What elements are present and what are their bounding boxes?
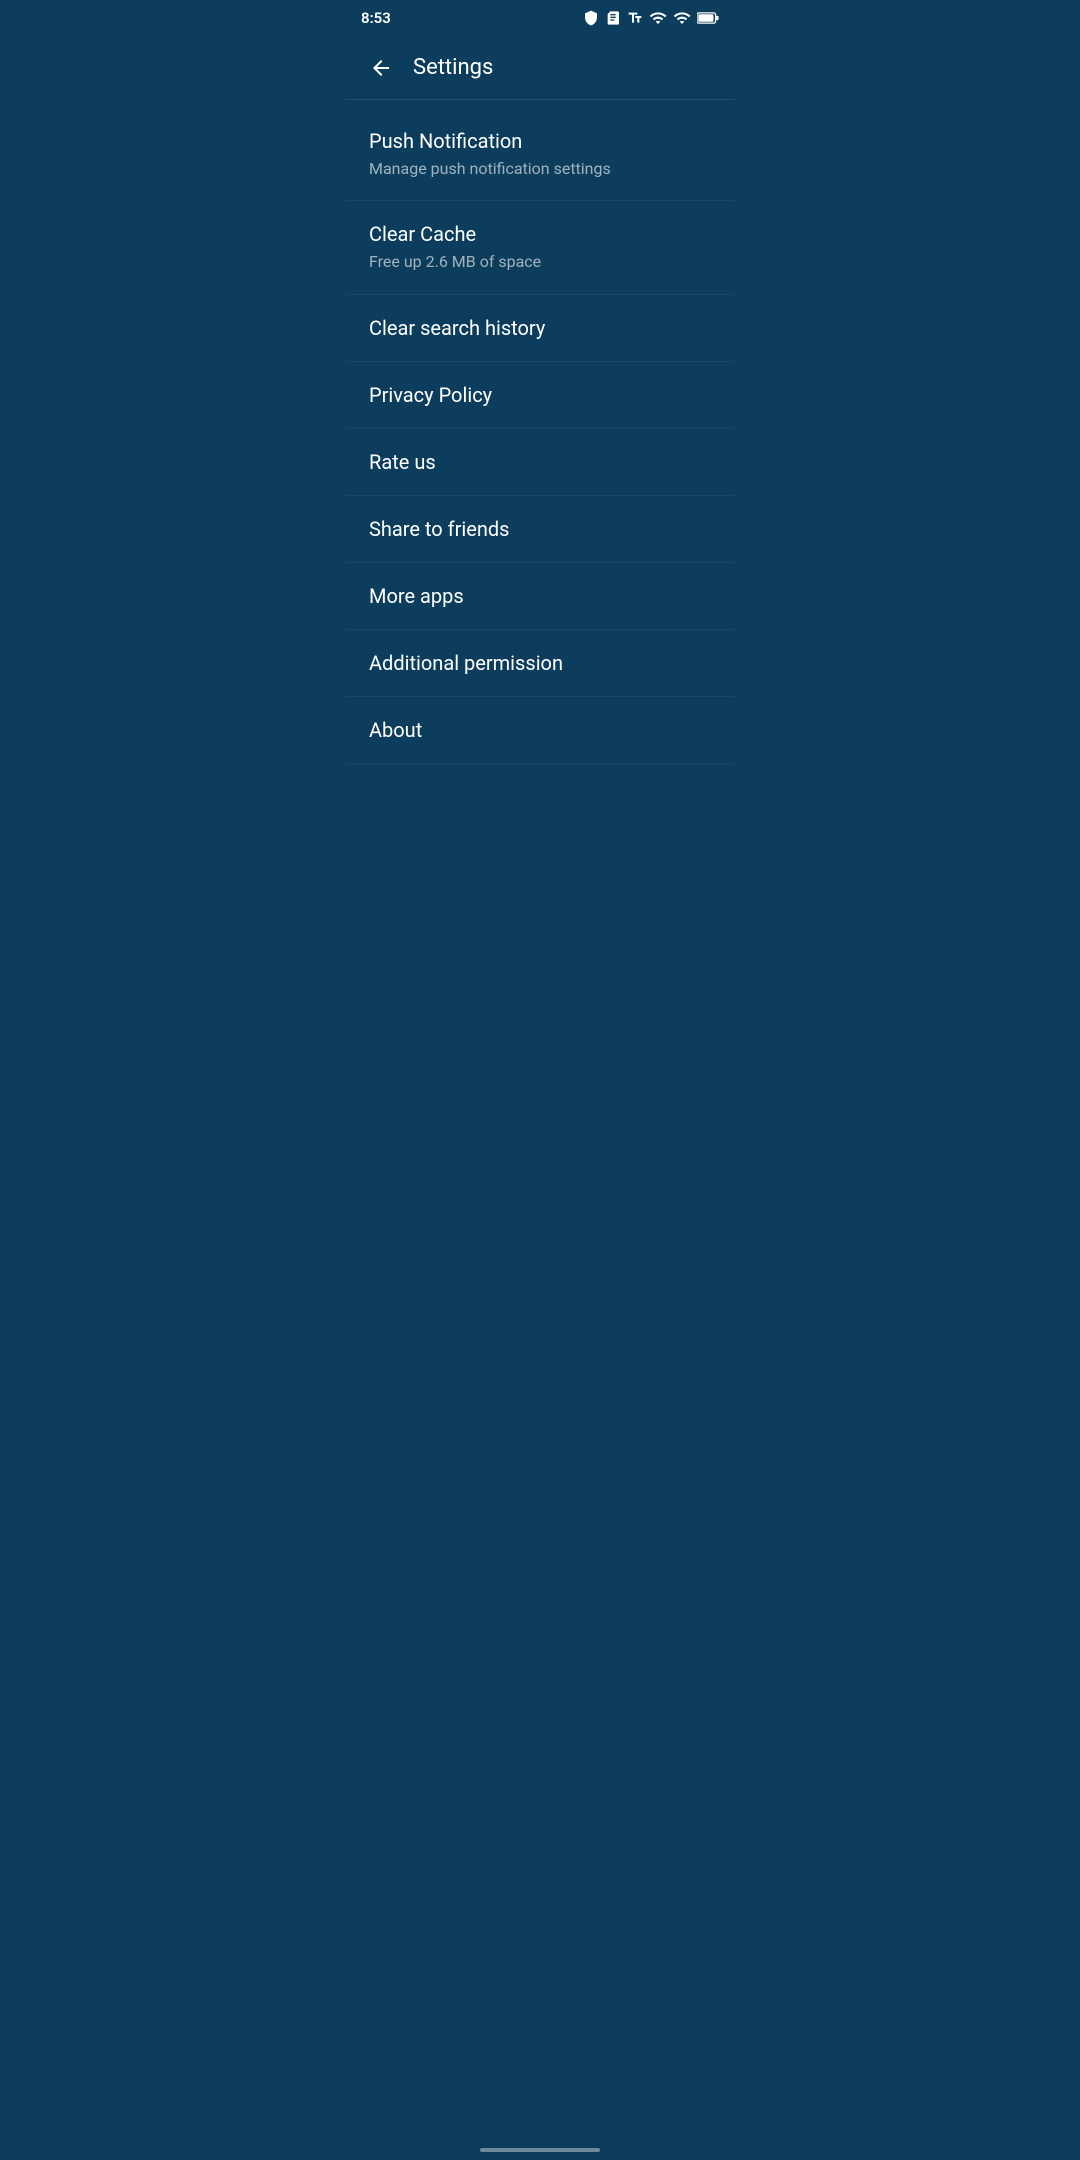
settings-item-clear-cache[interactable]: Clear Cache Free up 2.6 MB of space (345, 201, 735, 294)
signal-icon (673, 9, 691, 27)
toolbar: Settings (345, 36, 735, 100)
settings-item-share-to-friends[interactable]: Share to friends (345, 496, 735, 563)
settings-item-additional-permission[interactable]: Additional permission (345, 630, 735, 697)
settings-list: Push Notification Manage push notificatio… (345, 100, 735, 772)
settings-item-title-additional-permission: Additional permission (369, 650, 711, 676)
text-format-icon (627, 10, 643, 26)
settings-item-subtitle-push-notification: Manage push notification settings (369, 158, 711, 180)
status-bar: 8:53 (345, 0, 735, 36)
home-indicator (480, 2148, 600, 2152)
settings-item-title-share-to-friends: Share to friends (369, 516, 711, 542)
settings-item-rate-us[interactable]: Rate us (345, 429, 735, 496)
settings-item-title-rate-us: Rate us (369, 449, 711, 475)
status-time: 8:53 (361, 9, 391, 27)
settings-item-privacy-policy[interactable]: Privacy Policy (345, 362, 735, 429)
status-icons (583, 9, 719, 27)
settings-item-clear-search-history[interactable]: Clear search history (345, 295, 735, 362)
settings-item-more-apps[interactable]: More apps (345, 563, 735, 630)
settings-item-title-push-notification: Push Notification (369, 128, 711, 154)
settings-item-subtitle-clear-cache: Free up 2.6 MB of space (369, 251, 711, 273)
sim-icon (605, 10, 621, 26)
settings-item-title-clear-search-history: Clear search history (369, 315, 711, 341)
settings-item-push-notification[interactable]: Push Notification Manage push notificatio… (345, 108, 735, 201)
back-button[interactable] (361, 48, 401, 88)
back-arrow-icon (369, 56, 393, 80)
settings-item-title-privacy-policy: Privacy Policy (369, 382, 711, 408)
shield-icon (583, 10, 599, 26)
battery-icon (697, 11, 719, 25)
settings-item-title-clear-cache: Clear Cache (369, 221, 711, 247)
wifi-icon (649, 9, 667, 27)
settings-item-title-more-apps: More apps (369, 583, 711, 609)
page-title: Settings (413, 55, 493, 80)
settings-item-about[interactable]: About (345, 697, 735, 764)
settings-item-title-about: About (369, 717, 711, 743)
